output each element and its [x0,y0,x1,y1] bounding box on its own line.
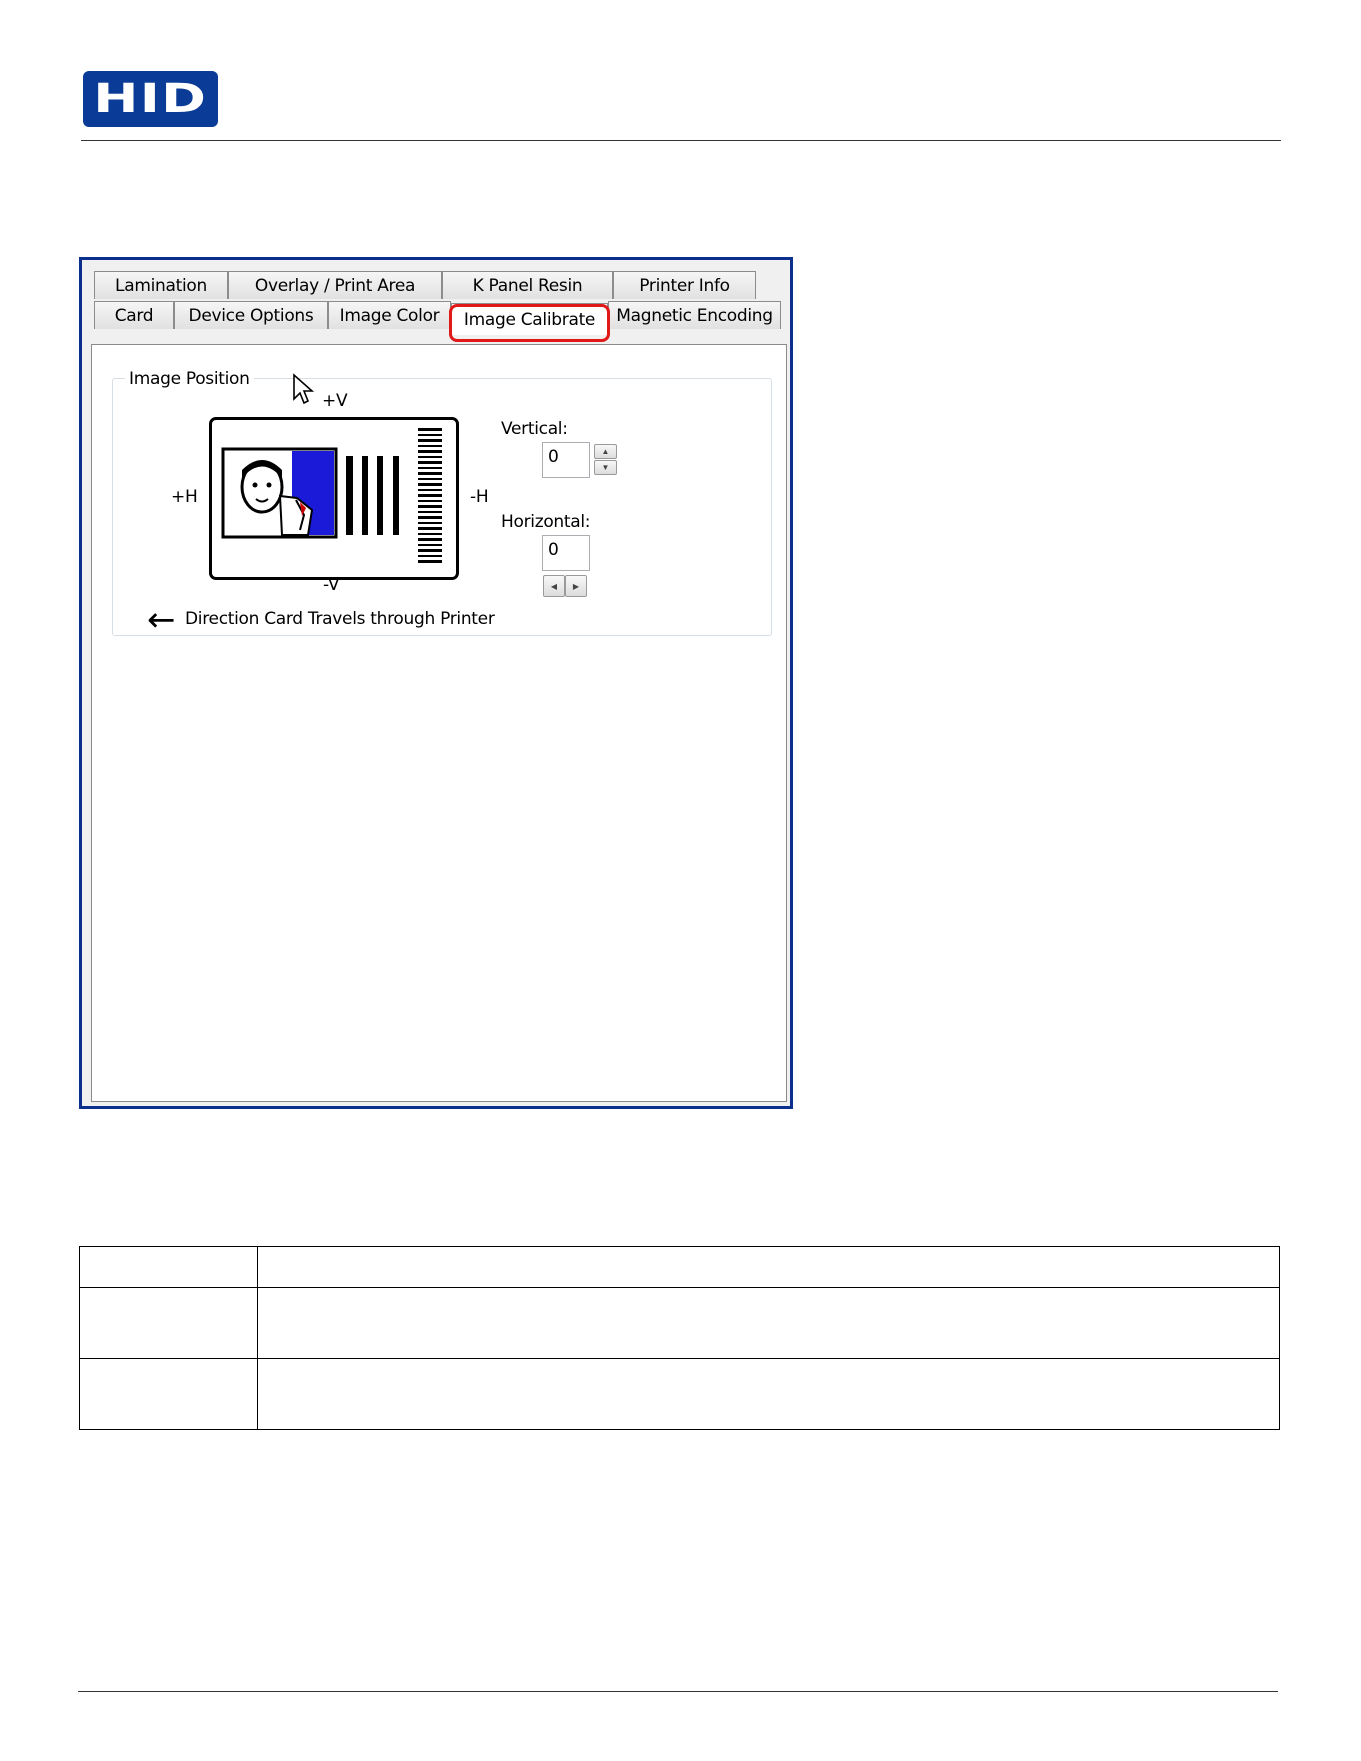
tab-image-color[interactable]: Image Color [328,301,451,329]
table-cell [257,1358,1280,1430]
minus-h-label: -H [470,487,489,507]
horizontal-label: Horizontal: [501,512,591,532]
card-illustration [221,428,442,563]
mouse-pointer-icon [293,373,315,405]
table-row [79,1246,1280,1288]
table-cell [257,1287,1280,1359]
tab-device-options[interactable]: Device Options [174,301,328,329]
tab-image-calibrate[interactable]: Image Calibrate [451,303,608,335]
horizontal-input[interactable]: 0 [542,535,590,571]
left-arrow-icon: ← [147,600,176,640]
tab-overlay-print-area[interactable]: Overlay / Print Area [228,271,442,299]
footer-rule [78,1691,1278,1692]
tab-card[interactable]: Card [94,301,174,329]
vertical-down-button[interactable]: ▼ [594,460,617,475]
printer-preferences-dialog: Lamination Overlay / Print Area K Panel … [79,257,793,1109]
parameter-table [79,1246,1280,1430]
tab-lamination[interactable]: Lamination [94,271,228,299]
image-position-title: Image Position [125,369,254,389]
vertical-input[interactable]: 0 [542,442,590,478]
vertical-label: Vertical: [501,419,568,439]
tab-printer-info[interactable]: Printer Info [613,271,756,299]
hid-logo: HID [83,71,218,127]
header-rule [81,140,1281,141]
logo-text: HID [93,76,208,122]
tab-magnetic-encoding[interactable]: Magnetic Encoding [608,301,781,329]
id-card-image [209,417,459,580]
direction-label: Direction Card Travels through Printer [185,609,495,629]
plus-h-label: +H [171,487,198,507]
table-row [79,1287,1280,1359]
table-row [79,1358,1280,1430]
table-cell [79,1358,258,1430]
horizontal-right-button[interactable]: ▶ [565,575,587,597]
table-cell [79,1287,258,1359]
plus-v-label: +V [322,391,348,411]
vertical-up-button[interactable]: ▲ [594,444,617,459]
table-cell [257,1246,1280,1288]
tab-k-panel-resin[interactable]: K Panel Resin [442,271,613,299]
horizontal-left-button[interactable]: ◀ [543,575,565,597]
table-cell [79,1246,258,1288]
